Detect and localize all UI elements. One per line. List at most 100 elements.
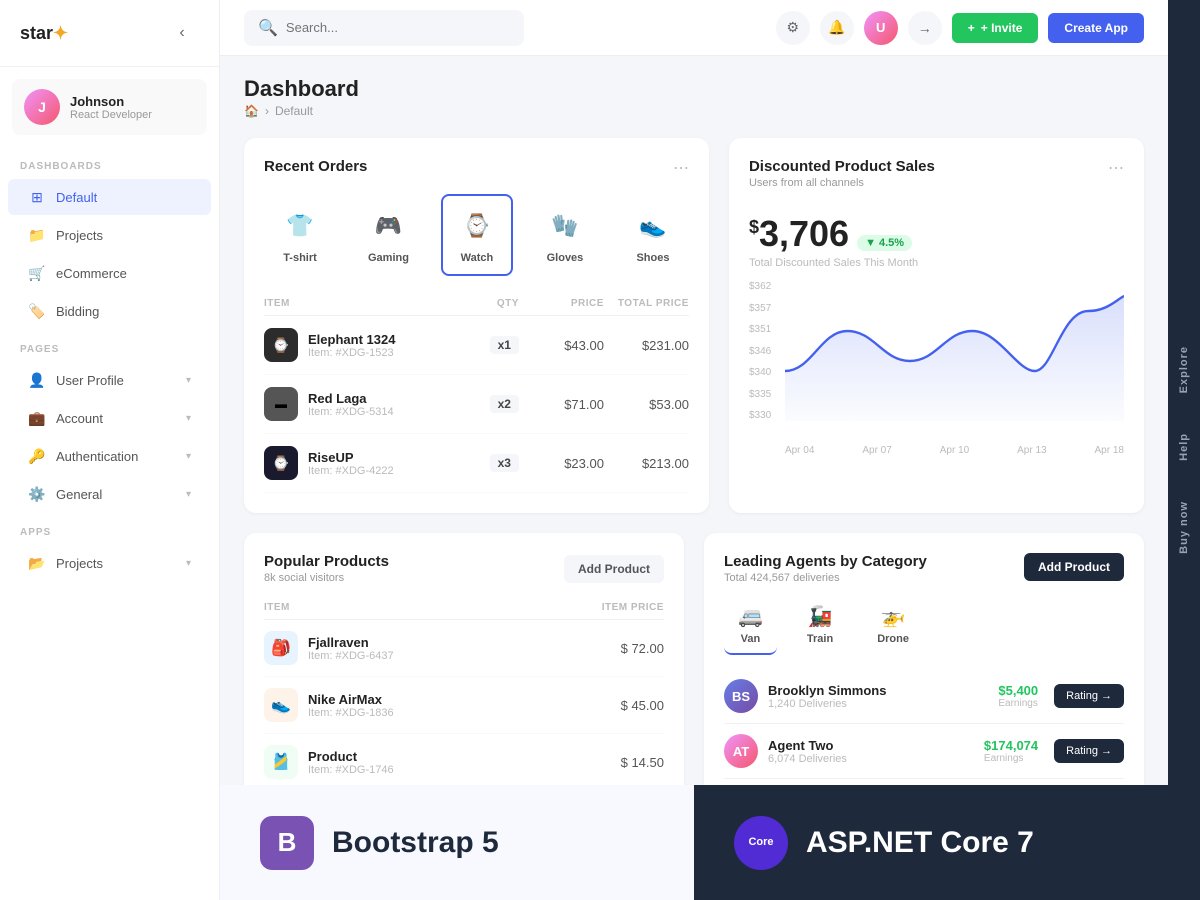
card-subtitle: Total 424,567 deliveries xyxy=(724,572,927,584)
item-name: Elephant 1324 xyxy=(308,332,395,347)
sidebar-item-label: Bidding xyxy=(56,304,99,319)
products-table-header: ITEM ITEM PRICE xyxy=(264,596,664,620)
card-menu-button[interactable]: ⋯ xyxy=(673,158,689,178)
tab-label: Watch xyxy=(461,252,494,264)
item-name: Nike AirMax xyxy=(308,692,394,707)
plus-icon: + xyxy=(968,21,975,35)
search-icon: 🔍 xyxy=(258,18,278,38)
projects-icon: 📂 xyxy=(28,554,46,572)
col-price: ITEM PRICE xyxy=(531,602,664,613)
sidebar-item-bidding[interactable]: 🏷️ Bidding xyxy=(8,293,211,329)
invite-button[interactable]: + + Invite xyxy=(952,13,1039,43)
chevron-down-icon: ▾ xyxy=(186,451,191,462)
tab-watch[interactable]: ⌚ Watch xyxy=(441,194,513,276)
sidebar-item-account[interactable]: 💼 Account ▾ xyxy=(8,400,211,436)
sidebar-item-user-profile[interactable]: 👤 User Profile ▾ xyxy=(8,362,211,398)
tab-gaming[interactable]: 🎮 Gaming xyxy=(352,194,425,276)
bootstrap-badge: B xyxy=(260,816,314,870)
item-name: Fjallraven xyxy=(308,635,394,650)
sidebar-item-projects[interactable]: 📁 Projects xyxy=(8,217,211,253)
page-title: Dashboard xyxy=(244,76,359,102)
gear-icon: ⚙️ xyxy=(28,485,46,503)
sidebar-item-buy-now[interactable]: Buy now xyxy=(1170,481,1198,574)
sidebar-item-default[interactable]: ⊞ Default xyxy=(8,179,211,215)
logo-text: star✦ xyxy=(20,23,68,44)
sidebar-item-help[interactable]: Help xyxy=(1170,413,1198,481)
earnings-label: Earnings xyxy=(984,753,1038,764)
create-app-button[interactable]: Create App xyxy=(1048,13,1144,43)
avatar: J xyxy=(24,89,60,125)
page-header: Dashboard 🏠 › Default xyxy=(244,76,1144,118)
table-row: ⌚ RiseUP Item: #XDG-4222 x3 $23.00 $213.… xyxy=(264,434,689,493)
search-input[interactable] xyxy=(286,20,510,35)
topbar: 🔍 ⚙ 🔔 U → + + Invite Create App xyxy=(220,0,1168,56)
chevron-down-icon: ▾ xyxy=(186,558,191,569)
tab-train[interactable]: 🚂 Train xyxy=(793,596,847,655)
tab-label: Gaming xyxy=(368,252,409,264)
shoes-icon: 👟 xyxy=(633,206,673,246)
arrow-right-icon-button[interactable]: → xyxy=(908,11,942,45)
product-icon: ⌚ xyxy=(264,446,298,480)
chevron-down-icon: ▾ xyxy=(186,489,191,500)
tag-icon: 🏷️ xyxy=(28,302,46,320)
tab-drone[interactable]: 🚁 Drone xyxy=(863,596,923,655)
settings-icon-button[interactable]: ⚙ xyxy=(776,11,810,45)
sidebar-collapse-button[interactable]: ‹ xyxy=(165,16,199,50)
item-id: Item: #XDG-6437 xyxy=(308,650,394,662)
price-cell: $43.00 xyxy=(519,338,604,353)
folder-icon: 📁 xyxy=(28,226,46,244)
sales-badge: ▼ 4.5% xyxy=(857,235,912,251)
card-subtitle: Users from all channels xyxy=(749,177,935,189)
sidebar-item-general[interactable]: ⚙️ General ▾ xyxy=(8,476,211,512)
earnings-label: Earnings xyxy=(998,698,1038,709)
sidebar-item-label: eCommerce xyxy=(56,266,127,281)
tab-gloves[interactable]: 🧤 Gloves xyxy=(529,194,601,276)
breadcrumb: 🏠 › Default xyxy=(244,104,359,118)
recent-orders-card: Recent Orders ⋯ 👕 T-shirt 🎮 Gaming ⌚ xyxy=(244,138,709,513)
add-product-button[interactable]: Add Product xyxy=(1024,553,1124,581)
tab-label: T-shirt xyxy=(283,252,317,264)
sidebar-item-explore[interactable]: Explore xyxy=(1170,326,1198,413)
qty-cell: x1 xyxy=(434,336,519,354)
sales-amount: $3,706 xyxy=(749,213,849,255)
rating-button[interactable]: Rating → xyxy=(1054,684,1124,708)
rating-button[interactable]: Rating → xyxy=(1054,739,1124,763)
card-subtitle: 8k social visitors xyxy=(264,572,389,584)
agent-deliveries: 6,074 Deliveries xyxy=(768,753,847,765)
card-title: Discounted Product Sales xyxy=(749,158,935,175)
tab-van[interactable]: 🚐 Van xyxy=(724,596,777,655)
price-cell: $ 14.50 xyxy=(531,755,664,770)
orders-table-header: ITEM QTY PRICE TOTAL PRICE xyxy=(264,292,689,316)
account-icon: 💼 xyxy=(28,409,46,427)
col-item: ITEM xyxy=(264,602,531,613)
sidebar-item-label: Projects xyxy=(56,556,103,571)
sidebar-item-authentication[interactable]: 🔑 Authentication ▾ xyxy=(8,438,211,474)
dashboards-section-label: DASHBOARDS xyxy=(0,147,219,178)
tab-tshirt[interactable]: 👕 T-shirt xyxy=(264,194,336,276)
sidebar-item-ecommerce[interactable]: 🛒 eCommerce xyxy=(8,255,211,291)
tab-label: Train xyxy=(807,633,833,645)
agent-name: Agent Two xyxy=(768,738,847,753)
list-item: 🎒 Fjallraven Item: #XDG-6437 $ 72.00 xyxy=(264,620,664,677)
drone-icon: 🚁 xyxy=(881,604,906,629)
dashboard-grid: Recent Orders ⋯ 👕 T-shirt 🎮 Gaming ⌚ xyxy=(244,138,1144,513)
card-menu-button[interactable]: ⋯ xyxy=(1108,158,1124,178)
sidebar-user[interactable]: J Johnson React Developer xyxy=(12,79,207,135)
item-name: RiseUP xyxy=(308,450,394,465)
avatar: BS xyxy=(724,679,758,713)
sidebar-item-apps-projects[interactable]: 📂 Projects ▾ xyxy=(8,545,211,581)
col-item: ITEM xyxy=(264,298,434,309)
sidebar-item-label: Default xyxy=(56,190,97,205)
price-cell: $ 45.00 xyxy=(531,698,664,713)
tab-label: Van xyxy=(741,633,761,645)
card-title: Recent Orders xyxy=(264,158,367,175)
tab-shoes[interactable]: 👟 Shoes xyxy=(617,194,689,276)
notification-icon-button[interactable]: 🔔 xyxy=(820,11,854,45)
total-cell: $53.00 xyxy=(604,397,689,412)
add-product-button[interactable]: Add Product xyxy=(564,555,664,583)
table-row: ⌚ Elephant 1324 Item: #XDG-1523 x1 $43.0… xyxy=(264,316,689,375)
avatar[interactable]: U xyxy=(864,11,898,45)
col-qty: QTY xyxy=(434,298,519,309)
item-name: Red Laga xyxy=(308,391,394,406)
avatar: AT xyxy=(724,734,758,768)
